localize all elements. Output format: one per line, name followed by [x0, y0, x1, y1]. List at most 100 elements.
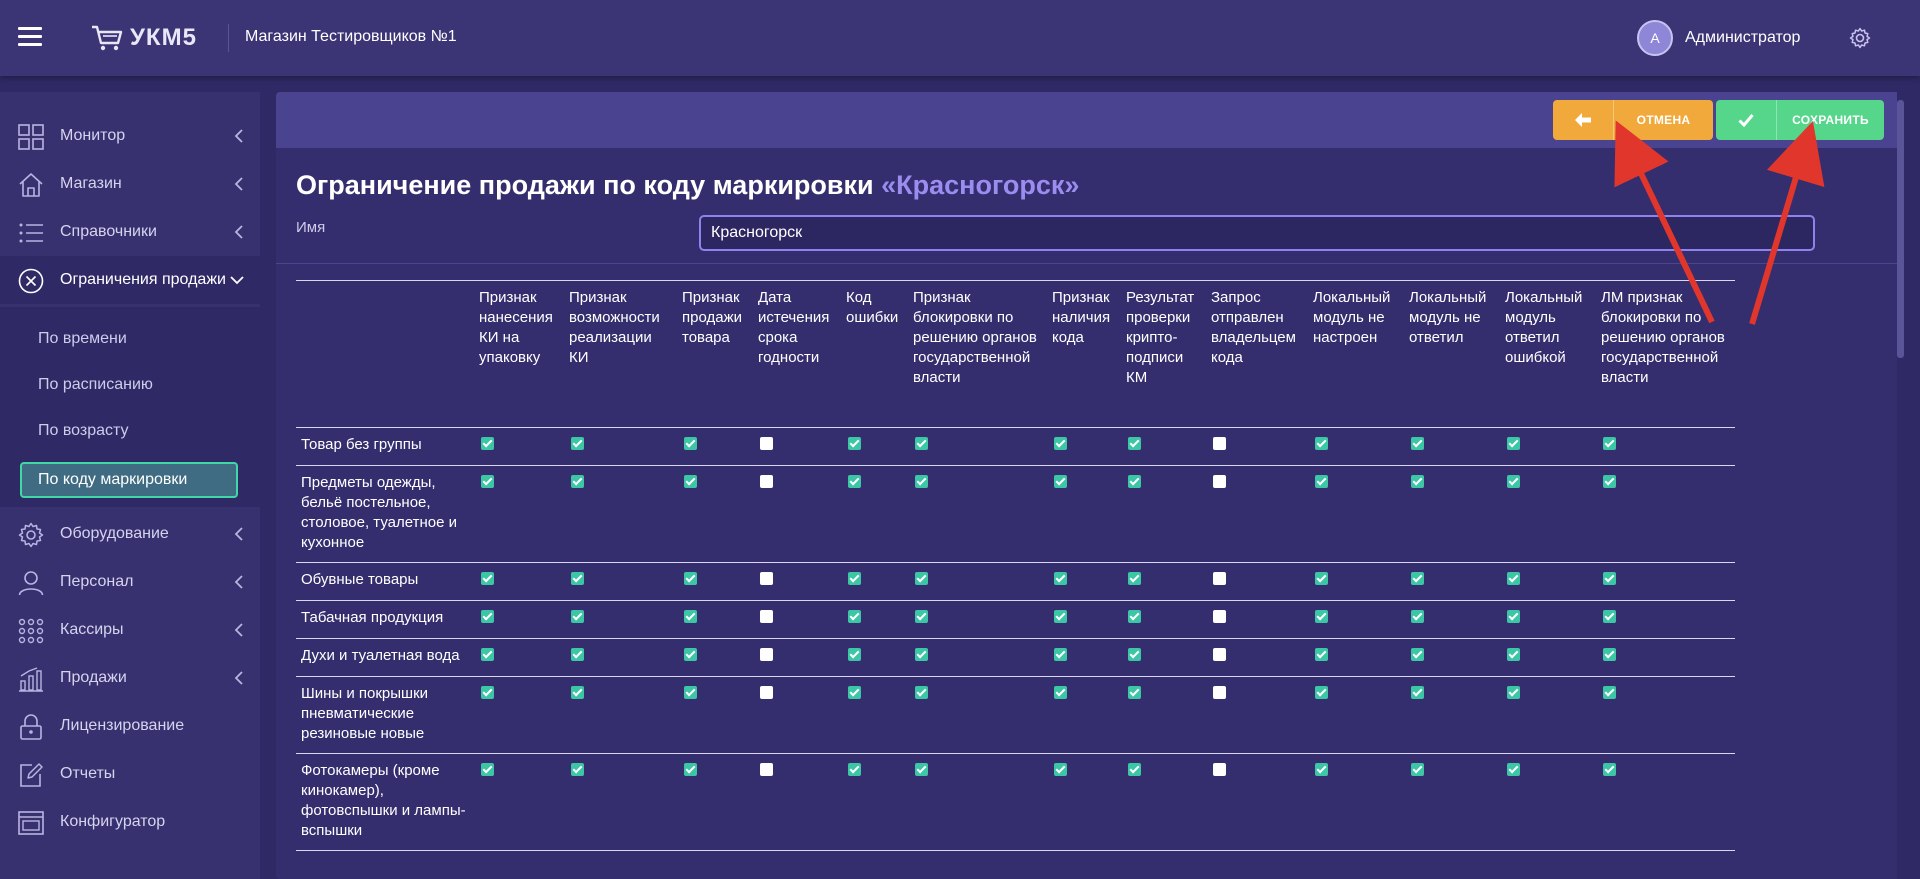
sidebar-item-monitor[interactable]: Монитор [0, 112, 260, 160]
sidebar-item-equipment[interactable]: Оборудование [0, 510, 260, 558]
checkbox-unchecked[interactable] [760, 610, 773, 623]
checkbox-checked[interactable] [848, 437, 861, 450]
checkbox-unchecked[interactable] [1213, 610, 1226, 623]
sidebar-item-cashiers[interactable]: Кассиры [0, 606, 260, 654]
checkbox-unchecked[interactable] [760, 686, 773, 699]
cancel-button[interactable]: ОТМЕНА [1553, 100, 1713, 140]
name-input[interactable] [699, 215, 1815, 251]
checkbox-checked[interactable] [684, 763, 697, 776]
settings-gear-icon[interactable] [1848, 26, 1872, 50]
checkbox-checked[interactable] [848, 572, 861, 585]
checkbox-checked[interactable] [1411, 437, 1424, 450]
checkbox-checked[interactable] [481, 610, 494, 623]
checkbox-checked[interactable] [1507, 437, 1520, 450]
checkbox-checked[interactable] [1411, 610, 1424, 623]
store-name[interactable]: Магазин Тестировщиков №1 [245, 28, 457, 46]
sidebar-item-licensing[interactable]: Лицензирование [0, 702, 260, 750]
submenu-item-by-time[interactable]: По времени [38, 330, 127, 348]
checkbox-unchecked[interactable] [1213, 648, 1226, 661]
checkbox-checked[interactable] [1315, 572, 1328, 585]
checkbox-checked[interactable] [1054, 437, 1067, 450]
checkbox-checked[interactable] [1507, 475, 1520, 488]
checkbox-checked[interactable] [1603, 686, 1616, 699]
checkbox-checked[interactable] [684, 475, 697, 488]
checkbox-checked[interactable] [915, 763, 928, 776]
checkbox-checked[interactable] [848, 475, 861, 488]
checkbox-checked[interactable] [915, 572, 928, 585]
checkbox-checked[interactable] [481, 437, 494, 450]
checkbox-checked[interactable] [1128, 648, 1141, 661]
checkbox-checked[interactable] [571, 437, 584, 450]
checkbox-checked[interactable] [1507, 686, 1520, 699]
checkbox-checked[interactable] [915, 610, 928, 623]
checkbox-checked[interactable] [1315, 648, 1328, 661]
checkbox-checked[interactable] [481, 763, 494, 776]
checkbox-unchecked[interactable] [1213, 475, 1226, 488]
checkbox-checked[interactable] [1128, 572, 1141, 585]
checkbox-checked[interactable] [1603, 648, 1616, 661]
sidebar-item-store[interactable]: Магазин [0, 160, 260, 208]
checkbox-checked[interactable] [1128, 610, 1141, 623]
checkbox-checked[interactable] [1411, 763, 1424, 776]
checkbox-checked[interactable] [915, 648, 928, 661]
checkbox-checked[interactable] [571, 648, 584, 661]
checkbox-checked[interactable] [1411, 686, 1424, 699]
checkbox-unchecked[interactable] [760, 572, 773, 585]
checkbox-checked[interactable] [684, 610, 697, 623]
checkbox-checked[interactable] [1507, 648, 1520, 661]
submenu-item-by-marking-code[interactable]: По коду маркировки [20, 462, 238, 498]
checkbox-checked[interactable] [1128, 686, 1141, 699]
checkbox-checked[interactable] [848, 648, 861, 661]
checkbox-checked[interactable] [1054, 686, 1067, 699]
checkbox-checked[interactable] [481, 648, 494, 661]
save-button[interactable]: СОХРАНИТЬ [1716, 100, 1884, 140]
checkbox-checked[interactable] [481, 572, 494, 585]
checkbox-checked[interactable] [684, 686, 697, 699]
hamburger-menu-icon[interactable] [18, 27, 42, 47]
logo[interactable]: УКМ5 [90, 22, 197, 54]
checkbox-checked[interactable] [915, 475, 928, 488]
checkbox-checked[interactable] [915, 686, 928, 699]
checkbox-checked[interactable] [848, 763, 861, 776]
checkbox-checked[interactable] [1315, 437, 1328, 450]
checkbox-checked[interactable] [848, 610, 861, 623]
checkbox-checked[interactable] [481, 686, 494, 699]
checkbox-checked[interactable] [1128, 763, 1141, 776]
checkbox-checked[interactable] [915, 437, 928, 450]
checkbox-checked[interactable] [1315, 475, 1328, 488]
checkbox-checked[interactable] [1315, 763, 1328, 776]
checkbox-checked[interactable] [848, 686, 861, 699]
checkbox-checked[interactable] [1054, 648, 1067, 661]
checkbox-checked[interactable] [1315, 610, 1328, 623]
checkbox-checked[interactable] [1603, 475, 1616, 488]
checkbox-unchecked[interactable] [760, 648, 773, 661]
checkbox-checked[interactable] [1054, 572, 1067, 585]
sidebar-item-configurator[interactable]: Конфигуратор [0, 798, 260, 846]
user-menu[interactable]: А Администратор [1637, 20, 1800, 56]
checkbox-checked[interactable] [1054, 610, 1067, 623]
sidebar-item-sale-restrictions[interactable]: Ограничения продажи [0, 256, 260, 304]
sidebar-item-directories[interactable]: Справочники [0, 208, 260, 256]
checkbox-checked[interactable] [1603, 572, 1616, 585]
checkbox-checked[interactable] [571, 763, 584, 776]
checkbox-checked[interactable] [1315, 686, 1328, 699]
checkbox-checked[interactable] [571, 475, 584, 488]
checkbox-checked[interactable] [1603, 437, 1616, 450]
checkbox-unchecked[interactable] [760, 763, 773, 776]
checkbox-checked[interactable] [684, 648, 697, 661]
checkbox-checked[interactable] [1507, 763, 1520, 776]
checkbox-checked[interactable] [1603, 610, 1616, 623]
checkbox-unchecked[interactable] [760, 437, 773, 450]
checkbox-checked[interactable] [571, 686, 584, 699]
checkbox-checked[interactable] [1507, 572, 1520, 585]
checkbox-checked[interactable] [571, 572, 584, 585]
scrollbar-thumb[interactable] [1897, 100, 1904, 358]
checkbox-unchecked[interactable] [1213, 437, 1226, 450]
sidebar-item-sales[interactable]: Продажи [0, 654, 260, 702]
checkbox-checked[interactable] [1603, 763, 1616, 776]
checkbox-checked[interactable] [1411, 648, 1424, 661]
checkbox-checked[interactable] [1507, 610, 1520, 623]
checkbox-unchecked[interactable] [1213, 763, 1226, 776]
checkbox-unchecked[interactable] [1213, 572, 1226, 585]
checkbox-unchecked[interactable] [760, 475, 773, 488]
